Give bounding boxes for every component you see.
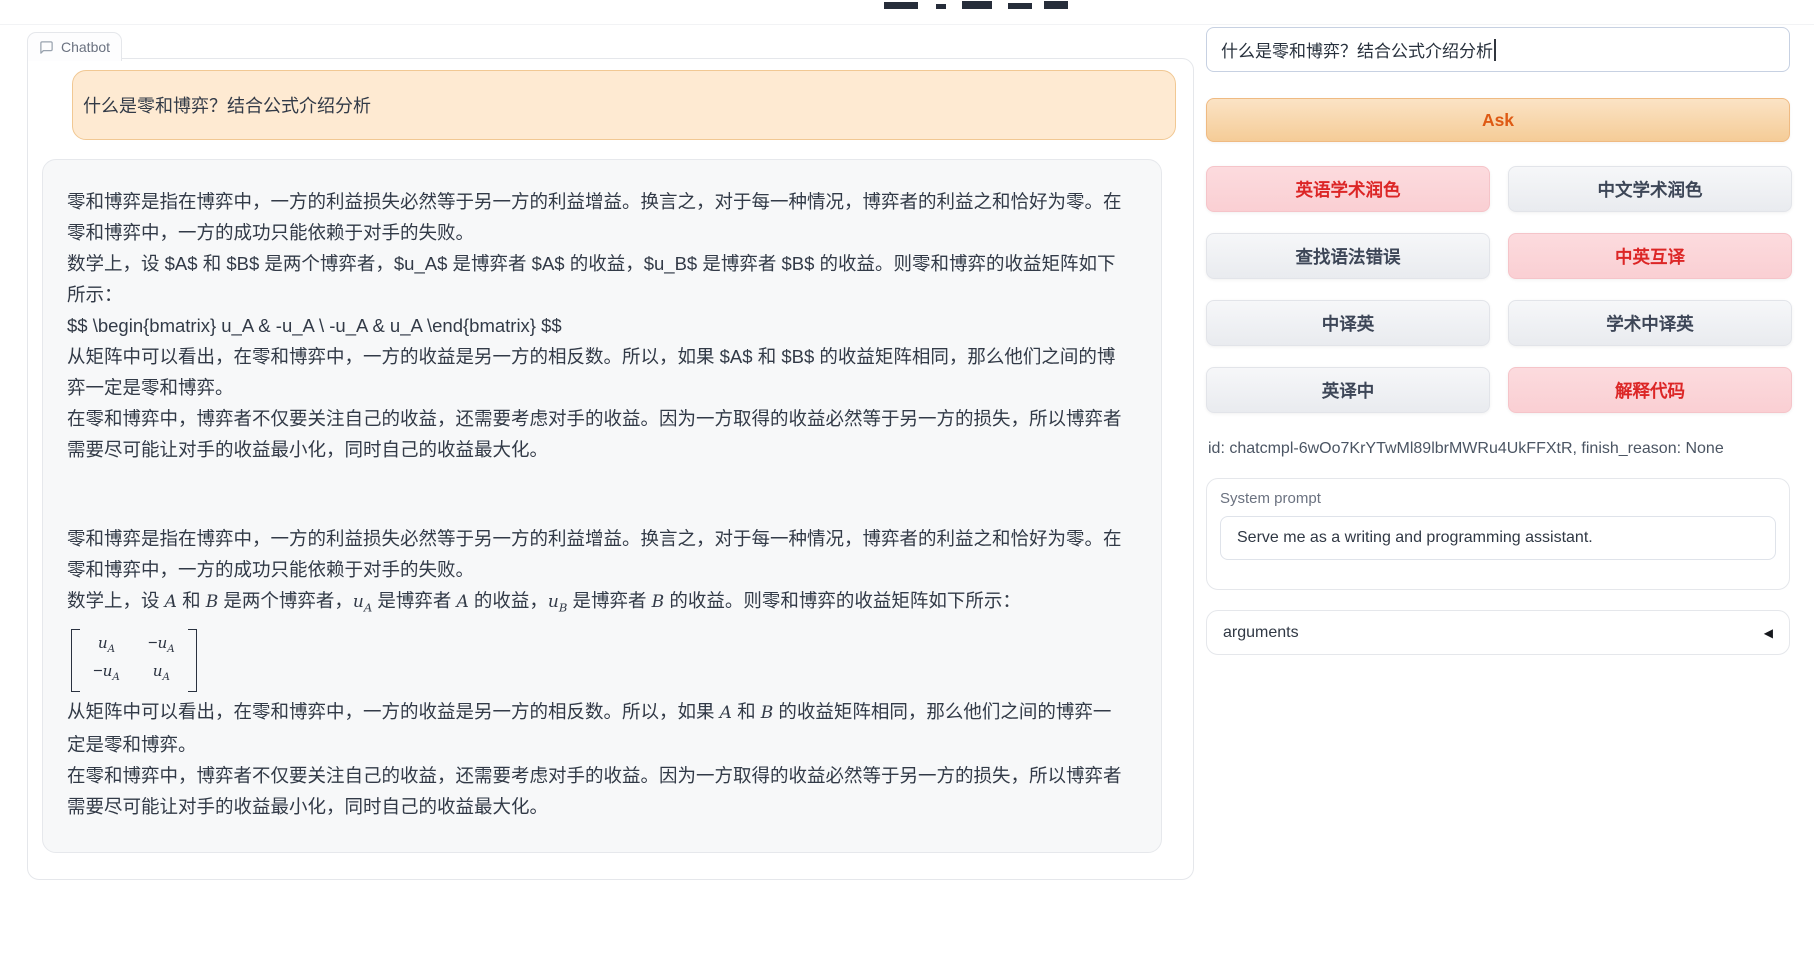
arguments-accordion-label: arguments	[1223, 624, 1299, 642]
bot-message-paragraph-math: 从矩阵中可以看出，在零和博弈中，一方的收益是另一方的相反数。所以，如果 A 和 …	[67, 696, 1125, 760]
quick-action-grid: 英语学术润色中文学术润色查找语法错误中英互译中译英学术中译英英译中解释代码	[1206, 166, 1792, 413]
math-variable: uA	[153, 662, 170, 680]
bot-message-paragraph: 零和博弈是指在博弈中，一方的利益损失必然等于另一方的利益增益。换言之，对于每一种…	[67, 523, 1125, 585]
quick-action-button-6[interactable]: 学术中译英	[1508, 300, 1792, 346]
matrix-left-bracket	[71, 629, 80, 692]
message-gap	[67, 465, 1125, 523]
matrix-cell: −uA	[148, 633, 175, 660]
system-prompt-label: System prompt	[1220, 490, 1776, 507]
math-variable: uB	[548, 592, 567, 612]
question-input-value: 什么是零和博弈？结合公式介绍分析	[1221, 37, 1493, 62]
math-variable: B	[761, 703, 774, 723]
math-variable: A	[165, 592, 177, 612]
arguments-accordion[interactable]: arguments ◀	[1206, 610, 1790, 655]
system-prompt-input[interactable]: Serve me as a writing and programming as…	[1220, 516, 1776, 560]
bot-message-paragraph: 在零和博弈中，博弈者不仅要关注自己的收益，还需要考虑对手的收益。因为一方取得的收…	[67, 760, 1125, 822]
bot-message-paragraph-math: 数学上，设 A 和 B 是两个博弈者，uA 是博弈者 A 的收益，uB 是博弈者…	[67, 585, 1125, 623]
bot-message-paragraph: 在零和博弈中，博弈者不仅要关注自己的收益，还需要考虑对手的收益。因为一方取得的收…	[67, 403, 1125, 465]
math-variable: uA	[158, 634, 175, 652]
math-variable: uA	[103, 662, 120, 680]
quick-action-button-8[interactable]: 解释代码	[1508, 367, 1792, 413]
math-variable: B	[652, 592, 665, 612]
system-prompt-card: System prompt Serve me as a writing and …	[1206, 478, 1790, 590]
status-line: id: chatcmpl-6wOo7KrYTwMl89lbrMWRu4UkFFX…	[1208, 440, 1792, 458]
quick-action-button-2[interactable]: 中文学术润色	[1508, 166, 1792, 212]
chatbot-label: Chatbot	[27, 32, 122, 61]
bot-message-paragraph: 数学上，设 $A$ 和 $B$ 是两个博弈者，$u_A$ 是博弈者 $A$ 的收…	[67, 248, 1125, 310]
ask-button-label: Ask	[1482, 110, 1514, 131]
matrix-cell: uA	[93, 633, 120, 660]
matrix-right-bracket	[188, 629, 197, 692]
bot-message-bubble: 零和博弈是指在博弈中，一方的利益损失必然等于另一方的利益增益。换言之，对于每一种…	[42, 159, 1162, 853]
math-variable: A	[720, 703, 732, 723]
quick-action-button-3[interactable]: 查找语法错误	[1206, 233, 1490, 279]
bot-message-paragraph: 零和博弈是指在博弈中，一方的利益损失必然等于另一方的利益增益。换言之，对于每一种…	[67, 186, 1125, 248]
chat-bubble-icon	[39, 40, 54, 55]
user-message-bubble: 什么是零和博弈？结合公式介绍分析	[72, 70, 1176, 140]
quick-action-button-1[interactable]: 英语学术润色	[1206, 166, 1490, 212]
accordion-collapsed-icon: ◀	[1764, 626, 1773, 640]
question-input[interactable]: 什么是零和博弈？结合公式介绍分析	[1206, 27, 1790, 72]
system-prompt-value: Serve me as a writing and programming as…	[1237, 529, 1593, 547]
ask-button[interactable]: Ask	[1206, 98, 1790, 142]
header-divider	[0, 24, 1814, 25]
chatbot-label-text: Chatbot	[61, 39, 110, 55]
math-variable: uA	[98, 634, 115, 652]
quick-action-button-7[interactable]: 英译中	[1206, 367, 1490, 413]
bot-message-paragraph: $$ \begin{bmatrix} u_A & -u_A \ -u_A & u…	[67, 310, 1125, 341]
math-variable: uA	[353, 592, 372, 612]
quick-action-button-4[interactable]: 中英互译	[1508, 233, 1792, 279]
clipped-page-title	[880, 0, 1090, 9]
chatbot-panel[interactable]: 什么是零和博弈？结合公式介绍分析 零和博弈是指在博弈中，一方的利益损失必然等于另…	[27, 58, 1194, 880]
matrix-cell: −uA	[93, 661, 120, 688]
matrix-cell: uA	[148, 661, 175, 688]
quick-action-button-5[interactable]: 中译英	[1206, 300, 1490, 346]
math-variable: A	[456, 592, 468, 612]
math-variable: B	[206, 592, 219, 612]
text-cursor	[1494, 39, 1496, 61]
bot-message-paragraph: 从矩阵中可以看出，在零和博弈中，一方的收益是另一方的相反数。所以，如果 $A$ …	[67, 341, 1125, 403]
payoff-matrix: uA−uA−uAuA	[71, 629, 197, 692]
user-message-text: 什么是零和博弈？结合公式介绍分析	[83, 96, 371, 116]
